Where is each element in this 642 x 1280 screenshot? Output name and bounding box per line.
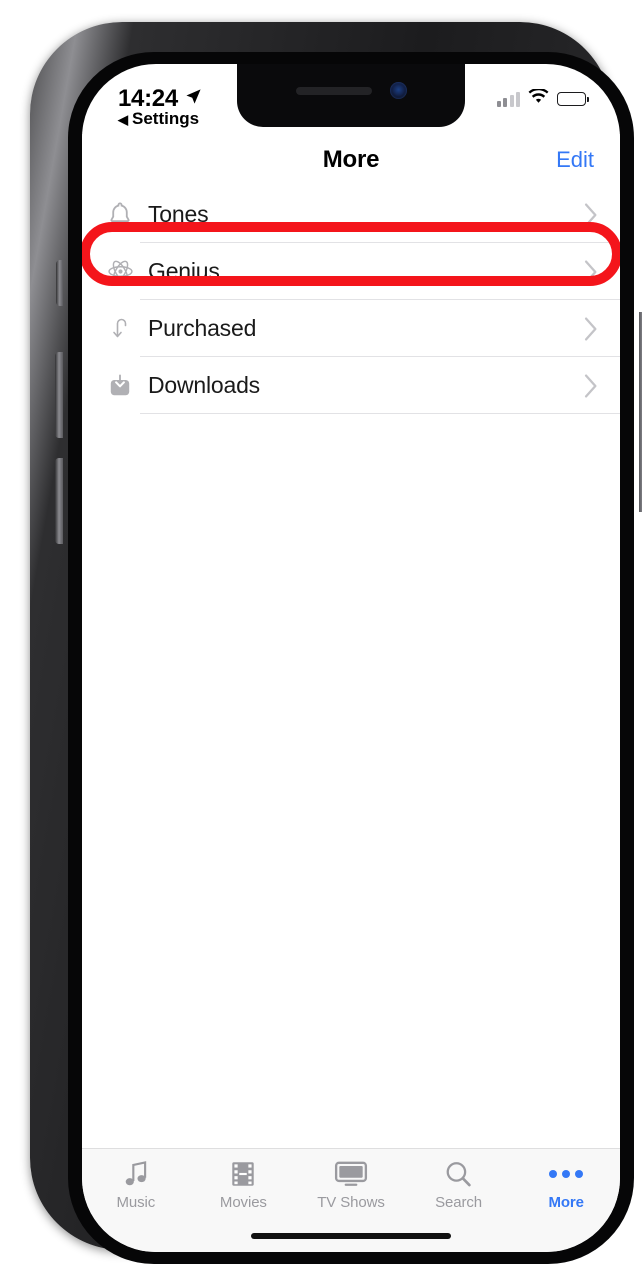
row-separator: [140, 413, 620, 414]
list-item-label: Downloads: [148, 372, 260, 398]
tab-tv-shows[interactable]: TV Shows: [297, 1158, 405, 1211]
mute-switch-button[interactable]: [56, 260, 63, 306]
volume-down-button[interactable]: [55, 458, 63, 544]
front-camera-icon: [389, 82, 407, 99]
list-item-tones[interactable]: Tones: [82, 186, 620, 243]
list-item-downloads[interactable]: Downloads: [82, 357, 620, 414]
phone-frame: 14:24 ◀ Settings More Edit Tones Genius …: [30, 22, 642, 1264]
edit-button[interactable]: Edit: [556, 147, 594, 173]
phone-screen: 14:24 ◀ Settings More Edit Tones Genius …: [82, 64, 620, 1252]
tab-label: More: [548, 1194, 584, 1211]
more-options-list: Tones Genius Purchased Downloads: [82, 186, 620, 414]
location-arrow-icon: [185, 88, 202, 110]
battery-full-icon: [557, 92, 589, 106]
list-item-label: Tones: [148, 201, 209, 227]
tab-label: Search: [435, 1194, 483, 1211]
magnifier-icon: [444, 1158, 473, 1190]
purchased-icon: [92, 315, 148, 343]
tab-movies[interactable]: Movies: [190, 1158, 298, 1211]
device-notch: [237, 64, 465, 127]
music-note-icon: [122, 1158, 150, 1190]
page-title: More: [322, 146, 380, 173]
back-to-settings-link[interactable]: ◀ Settings: [118, 109, 199, 129]
chevron-right-icon: [584, 373, 598, 398]
chevron-right-icon: [584, 316, 598, 341]
cellular-signal-icon: [496, 91, 520, 107]
navigation-bar: More Edit: [82, 134, 620, 186]
tab-more[interactable]: More: [512, 1158, 620, 1211]
atom-icon: [92, 258, 148, 285]
wifi-icon: [528, 87, 549, 110]
chevron-right-icon: [584, 202, 598, 227]
film-strip-icon: [230, 1158, 256, 1190]
tab-search[interactable]: Search: [405, 1158, 513, 1211]
tab-label: Music: [116, 1194, 156, 1211]
tab-music[interactable]: Music: [82, 1158, 190, 1211]
back-to-app-label: Settings: [132, 109, 200, 128]
list-item-genius[interactable]: Genius: [82, 243, 620, 300]
tv-monitor-icon: [334, 1158, 368, 1190]
tab-label: TV Shows: [317, 1194, 385, 1211]
list-item-purchased[interactable]: Purchased: [82, 300, 620, 357]
download-icon: [92, 373, 148, 399]
list-item-label: Genius: [148, 258, 220, 284]
back-triangle-icon: ◀: [118, 111, 128, 127]
bell-icon: [92, 201, 148, 229]
volume-up-button[interactable]: [55, 352, 63, 438]
list-item-label: Purchased: [148, 315, 257, 341]
status-bar-right: [496, 87, 589, 110]
earpiece-speaker-icon: [295, 86, 372, 95]
chevron-right-icon: [584, 259, 598, 284]
ellipsis-icon: [549, 1158, 584, 1190]
tab-label: Movies: [219, 1194, 267, 1211]
home-indicator[interactable]: [251, 1233, 451, 1239]
